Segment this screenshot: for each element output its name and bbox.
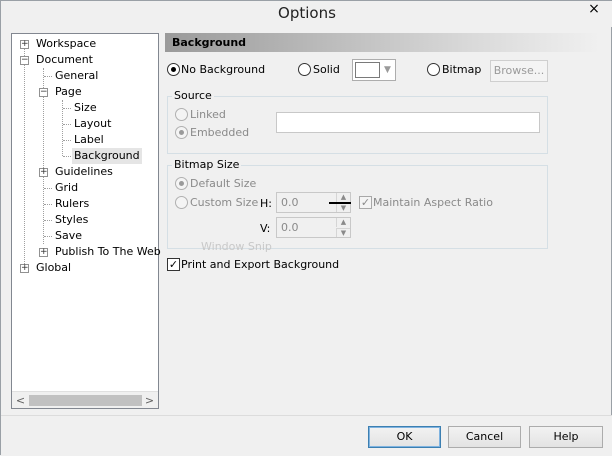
- solid-radio[interactable]: [298, 63, 311, 76]
- options-tree[interactable]: + Workspace − Document General − Page Si…: [11, 33, 161, 409]
- tree-connector: [44, 236, 52, 237]
- close-button[interactable]: ×: [581, 1, 607, 19]
- options-dialog: Options × + Workspace − Document General…: [0, 0, 612, 456]
- tree-item-grid[interactable]: Grid: [55, 180, 78, 196]
- tree-item-size[interactable]: Size: [74, 100, 97, 116]
- tree-item-save[interactable]: Save: [55, 228, 82, 244]
- expand-icon[interactable]: +: [20, 264, 29, 273]
- title-bar: Options ×: [1, 1, 612, 27]
- expand-icon[interactable]: +: [39, 168, 48, 177]
- expand-icon[interactable]: +: [39, 248, 48, 257]
- tree-item-label: Document: [36, 53, 93, 66]
- tree-connector: [24, 44, 25, 268]
- default-size-label[interactable]: Default Size: [190, 177, 256, 191]
- default-size-radio[interactable]: [175, 177, 188, 190]
- bitmap-size-group-title: Bitmap Size: [172, 158, 242, 171]
- spin-up-icon[interactable]: ▲: [336, 218, 350, 227]
- tree-item-styles[interactable]: Styles: [55, 212, 88, 228]
- tree-item-label: Publish To The Web: [55, 245, 161, 258]
- tree-connector: [63, 156, 71, 157]
- collapse-icon[interactable]: −: [39, 88, 48, 97]
- button-bar: OK Cancel Help: [1, 415, 612, 456]
- solid-label[interactable]: Solid: [313, 63, 340, 77]
- solid-color-picker[interactable]: ▼: [352, 59, 396, 81]
- tree-connector: [44, 188, 52, 189]
- linked-label[interactable]: Linked: [190, 108, 226, 122]
- maintain-aspect-label[interactable]: Maintain Aspect Ratio: [373, 196, 493, 210]
- print-export-checkbox[interactable]: ✓: [167, 258, 180, 271]
- no-background-radio[interactable]: [167, 63, 180, 76]
- tree-connector: [44, 204, 52, 205]
- tree-connector: [63, 108, 71, 109]
- h-label: H:: [260, 197, 272, 210]
- scroll-left-icon[interactable]: <: [12, 392, 29, 409]
- window-title: Options: [278, 4, 336, 22]
- scroll-right-icon[interactable]: >: [141, 392, 158, 409]
- custom-size-label[interactable]: Custom Size: [190, 196, 258, 210]
- background-settings-panel: Background No Background Solid ▼ Bitmap …: [165, 33, 600, 409]
- v-label: V:: [260, 222, 271, 235]
- v-spinner[interactable]: 0.0 ▲ ▼: [276, 217, 351, 238]
- link-line-icon: [329, 202, 351, 204]
- tree-connector: [63, 124, 71, 125]
- tree-item-label-page[interactable]: Label: [74, 132, 104, 148]
- tree-item-rulers[interactable]: Rulers: [55, 196, 89, 212]
- tree-item-label: Workspace: [36, 37, 97, 50]
- tree-item-layout[interactable]: Layout: [74, 116, 111, 132]
- linked-radio[interactable]: [175, 108, 188, 121]
- tree-connector: [44, 76, 52, 77]
- embedded-label[interactable]: Embedded: [190, 126, 249, 140]
- dropdown-arrow-icon[interactable]: ▼: [381, 61, 394, 79]
- section-header: Background: [165, 33, 600, 52]
- help-button[interactable]: Help: [529, 426, 603, 448]
- tree-item-general[interactable]: General: [55, 68, 98, 84]
- tree-item-background[interactable]: Background: [72, 148, 142, 164]
- window-snip-overlay: Window Snip: [201, 240, 272, 253]
- tree-connector: [63, 140, 71, 141]
- maintain-aspect-checkbox[interactable]: ✓: [359, 196, 372, 209]
- no-background-label[interactable]: No Background: [181, 63, 265, 77]
- tree-item-label: Page: [55, 85, 82, 98]
- scroll-thumb[interactable]: [29, 395, 142, 406]
- collapse-icon[interactable]: −: [20, 56, 29, 65]
- custom-size-radio[interactable]: [175, 196, 188, 209]
- source-path-field[interactable]: [276, 112, 540, 133]
- tree-item-label: Guidelines: [55, 165, 113, 178]
- cancel-button[interactable]: Cancel: [448, 426, 521, 448]
- spin-down-icon[interactable]: ▼: [336, 228, 350, 237]
- print-export-label[interactable]: Print and Export Background: [181, 258, 339, 272]
- spin-up-icon[interactable]: ▲: [336, 193, 350, 202]
- color-swatch: [355, 62, 380, 78]
- h-value[interactable]: 0.0: [281, 193, 299, 212]
- embedded-radio[interactable]: [175, 126, 188, 139]
- bitmap-label[interactable]: Bitmap: [442, 63, 481, 77]
- expand-icon[interactable]: +: [20, 40, 29, 49]
- ok-button[interactable]: OK: [368, 426, 441, 448]
- tree-horizontal-scrollbar[interactable]: < >: [12, 391, 158, 408]
- bitmap-radio[interactable]: [427, 63, 440, 76]
- source-group-title: Source: [172, 89, 214, 102]
- browse-button[interactable]: Browse...: [490, 60, 548, 82]
- tree-connector: [44, 220, 52, 221]
- spin-down-icon[interactable]: ▼: [336, 203, 350, 212]
- v-value[interactable]: 0.0: [281, 218, 299, 237]
- tree-item-label: Global: [36, 261, 72, 274]
